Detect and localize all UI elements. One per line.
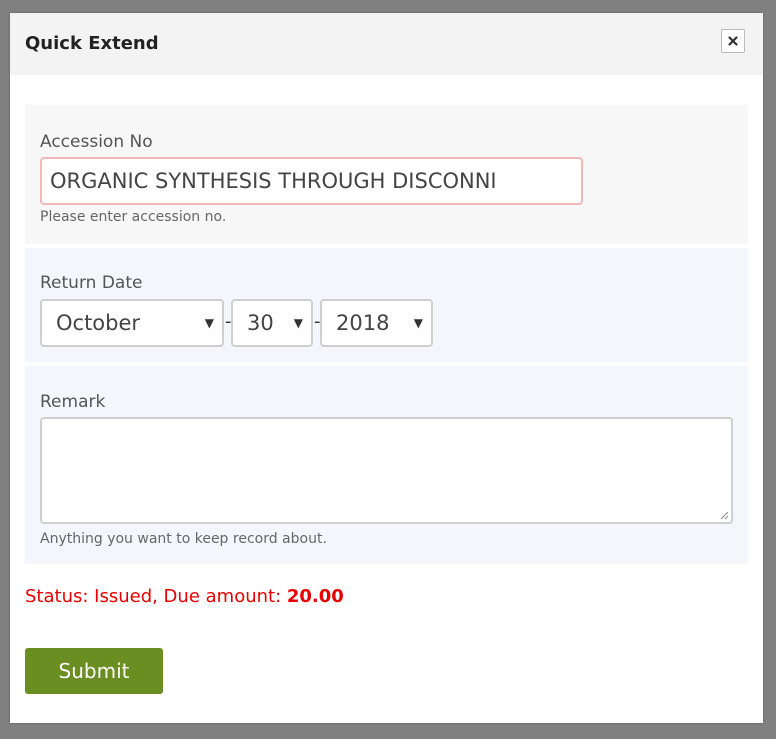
status-prefix: Status: Issued, Due amount: [25,586,287,607]
accession-help: Please enter accession no. [40,209,227,225]
resize-grip-icon[interactable] [719,510,729,520]
accession-input[interactable]: ORGANIC SYNTHESIS THROUGH DISCONNI [40,157,583,205]
remark-label: Remark [40,392,106,412]
year-select[interactable]: 2018 ▼ [320,299,433,347]
return-date-section: Return Date October ▼ - 30 ▼ - 2018 ▼ [25,248,748,362]
return-date-label: Return Date [40,273,143,293]
quick-extend-dialog: Quick Extend Accession No ORGANIC SYNTHE… [10,13,763,723]
close-button[interactable] [721,29,745,53]
accession-label: Accession No [40,132,153,152]
day-value: 30 [247,311,274,335]
remark-section: Remark Anything you want to keep record … [25,366,748,564]
month-select[interactable]: October ▼ [40,299,224,347]
status-text: Status: Issued, Due amount: 20.00 [25,586,344,608]
remark-help: Anything you want to keep record about. [40,531,327,547]
chevron-down-icon: ▼ [204,316,214,330]
dialog-title: Quick Extend [25,33,159,54]
dialog-header: Quick Extend [10,13,763,75]
due-amount: 20.00 [286,586,344,607]
submit-button[interactable]: Submit [25,648,163,694]
month-value: October [56,311,141,335]
day-select[interactable]: 30 ▼ [231,299,313,347]
year-value: 2018 [336,311,390,335]
chevron-down-icon: ▼ [413,316,423,330]
close-icon [728,36,738,46]
remark-textarea[interactable] [40,417,733,524]
chevron-down-icon: ▼ [293,316,303,330]
accession-section: Accession No ORGANIC SYNTHESIS THROUGH D… [25,105,748,244]
